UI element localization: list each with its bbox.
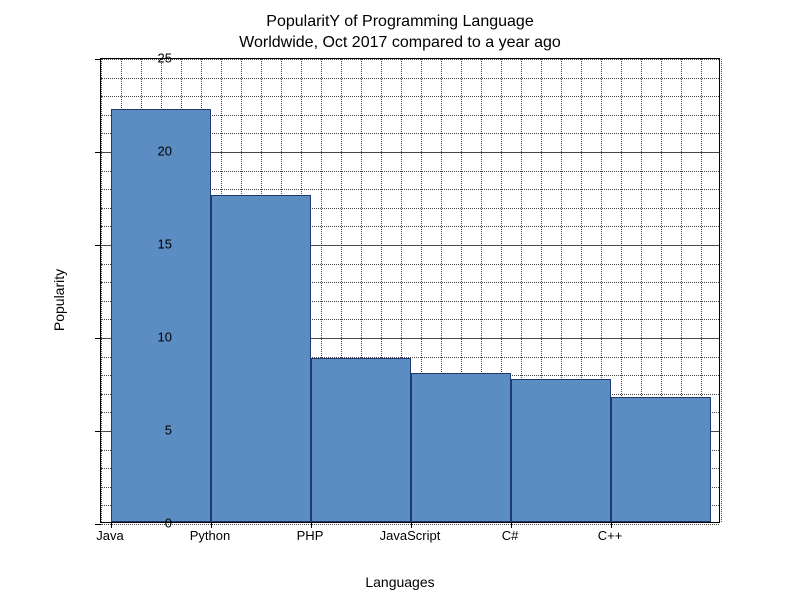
bar-java bbox=[111, 109, 211, 522]
x-tick-label: JavaScript bbox=[380, 528, 441, 543]
x-tick-label: C++ bbox=[598, 528, 623, 543]
x-tick-label: Java bbox=[96, 528, 123, 543]
y-tick bbox=[95, 524, 101, 525]
y-tick-label: 10 bbox=[132, 330, 172, 345]
bar-c bbox=[511, 379, 611, 522]
y-tick bbox=[95, 338, 101, 339]
title-line-1: PopularitY of Programming Language bbox=[266, 13, 533, 30]
x-tick-label: C# bbox=[502, 528, 519, 543]
x-axis-label: Languages bbox=[0, 574, 800, 590]
y-tick bbox=[95, 59, 101, 60]
chart-title: PopularitY of Programming Language World… bbox=[0, 12, 800, 54]
bar-c bbox=[611, 397, 711, 522]
minor-gridline-v bbox=[721, 59, 722, 522]
y-tick-label: 5 bbox=[132, 423, 172, 438]
y-tick-label: 20 bbox=[132, 144, 172, 159]
bar-javascript bbox=[411, 373, 511, 522]
bars-group bbox=[101, 59, 719, 522]
y-tick bbox=[95, 245, 101, 246]
minor-gridline-h bbox=[101, 524, 719, 525]
y-tick bbox=[95, 431, 101, 432]
y-tick-label: 0 bbox=[132, 516, 172, 531]
bar-python bbox=[211, 195, 311, 522]
title-line-2: Worldwide, Oct 2017 compared to a year a… bbox=[239, 34, 561, 51]
x-tick-label: PHP bbox=[297, 528, 324, 543]
y-tick-label: 15 bbox=[132, 237, 172, 252]
bar-php bbox=[311, 358, 411, 522]
y-tick-label: 25 bbox=[132, 51, 172, 66]
x-tick-label: Python bbox=[190, 528, 230, 543]
y-axis-label: Popularity bbox=[51, 269, 67, 331]
chart-area bbox=[100, 58, 720, 523]
plot-area bbox=[100, 58, 720, 523]
y-tick bbox=[95, 152, 101, 153]
